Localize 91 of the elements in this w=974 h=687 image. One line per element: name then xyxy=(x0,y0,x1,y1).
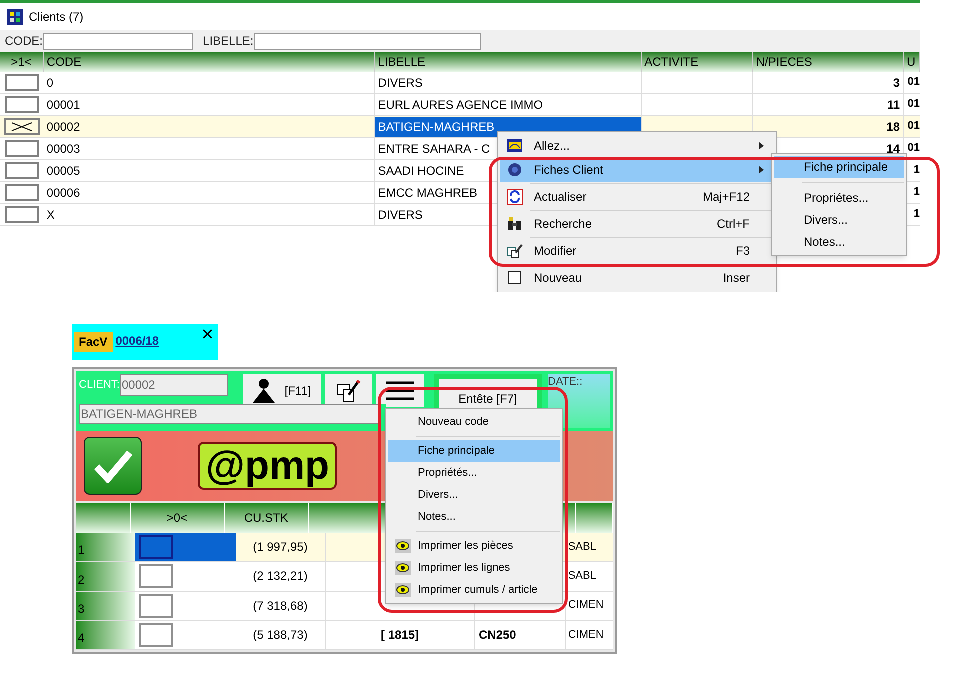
table-cell-text: (1 997,95) xyxy=(253,539,308,556)
table-cell-text: (5 188,73) xyxy=(253,626,308,644)
menu-item[interactable]: Propriétés... xyxy=(388,462,560,484)
row-marker-icon xyxy=(4,118,40,135)
shortcut-label: Inser xyxy=(723,270,751,287)
row-header[interactable]: 1 xyxy=(76,533,135,562)
table-cell-text: 1 xyxy=(914,185,920,200)
app-logo: @pmp xyxy=(198,442,338,490)
table-cell-text: (2 132,21) xyxy=(253,568,308,586)
person-icon xyxy=(252,378,275,404)
table-cell-text: 01 xyxy=(908,97,920,112)
table-row[interactable]: 00001 EURL AURES AGENCE IMMO 11 01 xyxy=(0,94,920,116)
filter-field[interactable] xyxy=(43,32,194,50)
close-button[interactable]: ✕ xyxy=(201,328,214,344)
shortcut-label: Maj+F12 xyxy=(702,189,751,206)
eye-icon xyxy=(395,539,411,553)
table-row[interactable]: 4 (5 188,73) [ 1815] CN250 CIMEN xyxy=(76,620,613,650)
table-cell-text: EMCC MAGHREB xyxy=(377,184,479,202)
eye-icon xyxy=(395,561,411,575)
menu-item[interactable]: Divers... xyxy=(388,484,560,506)
client-name-field[interactable]: BATIGEN-MAGHREB xyxy=(79,404,379,424)
column-header[interactable] xyxy=(576,503,613,534)
column-header[interactable]: >0< xyxy=(130,503,225,534)
edit-button[interactable] xyxy=(325,374,372,407)
blank-page-icon xyxy=(508,271,522,285)
table-cell-text: 3 xyxy=(893,74,900,92)
checkmark-icon xyxy=(93,449,133,484)
document-type-badge: FacV xyxy=(74,332,113,352)
table-row[interactable]: 0 DIVERS 3 01 xyxy=(0,72,920,94)
row-header[interactable]: 2 xyxy=(76,562,135,591)
table-cell: 0 xyxy=(44,72,376,93)
table-cell-text: SAADI HOCINE xyxy=(377,162,466,180)
refresh-icon xyxy=(507,189,523,205)
menu-item[interactable]: Modifier F3 xyxy=(500,239,774,263)
menu-item[interactable]: Fiches Client xyxy=(500,158,774,182)
eye-icon xyxy=(395,583,411,597)
table-cell-text: CN250 xyxy=(478,626,516,644)
filter-field[interactable] xyxy=(254,32,481,50)
window-icon xyxy=(507,139,523,153)
table-cell-text: 1 xyxy=(914,207,920,222)
edit-icon xyxy=(336,378,362,404)
document-tab[interactable]: FacV 0006/18 ✕ xyxy=(72,324,218,360)
table-cell: 00005 xyxy=(44,160,376,181)
menu-item[interactable]: Notes... xyxy=(774,231,904,253)
column-header[interactable] xyxy=(76,503,131,534)
table-cell-text: SABL xyxy=(568,569,596,584)
edit-icon xyxy=(507,243,523,259)
filter-label: LIBELLE: xyxy=(203,33,254,50)
table-row[interactable]: 00002 BATIGEN-MAGHREB 18 01 xyxy=(0,116,920,138)
app-icon xyxy=(7,8,23,24)
table-cell-text: DIVERS xyxy=(377,74,424,92)
client-code-field[interactable]: 00002 xyxy=(120,374,228,396)
table-cell-text: EURL AURES AGENCE IMMO xyxy=(377,96,544,114)
table-cell-text: 01 xyxy=(908,141,920,156)
column-header[interactable]: CU.STK xyxy=(224,503,309,534)
table-cell-text: SABL xyxy=(568,540,596,555)
table-cell-text: 01 xyxy=(908,119,920,134)
validate-button[interactable] xyxy=(84,437,142,496)
menu-item[interactable]: Notes... xyxy=(388,506,560,528)
table-cell-text: DIVERS xyxy=(377,206,424,224)
window-title: Clients (7) xyxy=(29,8,84,26)
menu-icon xyxy=(386,380,414,400)
table-cell-text: 14 xyxy=(886,140,900,158)
submenu-arrow-icon xyxy=(759,166,764,174)
row-header[interactable]: 3 xyxy=(76,592,135,620)
table-cell-text: CIMEN xyxy=(568,598,604,614)
document-link[interactable]: 0006/18 xyxy=(116,332,160,350)
table-cell: X xyxy=(44,204,376,225)
table-cell-text: ENTRE SAHARA - C xyxy=(377,140,492,158)
submenu-arrow-icon xyxy=(759,142,764,150)
row-header[interactable]: 4 xyxy=(76,620,135,650)
table-cell: 00006 xyxy=(44,182,376,203)
shortcut-label: F3 xyxy=(736,243,751,260)
disc-icon xyxy=(508,163,522,177)
menu-item[interactable]: Nouveau Inser xyxy=(500,266,774,290)
menu-item[interactable]: Fiche principale xyxy=(388,440,560,462)
client-button[interactable]: [F11] xyxy=(243,374,321,407)
client-label: CLIENT: xyxy=(79,378,120,393)
table-cell-text: 11 xyxy=(887,96,900,114)
table-cell: 00003 xyxy=(44,138,376,159)
row-selector[interactable] xyxy=(134,533,236,562)
binoculars-icon xyxy=(507,217,523,231)
table-cell-text: (7 318,68) xyxy=(253,598,308,615)
table-cell-text: CIMEN xyxy=(568,628,604,643)
table-cell-text: [ 1815] xyxy=(381,626,420,644)
table-cell-text: 18 xyxy=(886,118,900,136)
menu-item[interactable]: Imprimer les pièces xyxy=(388,535,560,557)
filter-label: CODE: xyxy=(5,33,44,50)
table-cell-text: 1 xyxy=(914,163,920,178)
table-cell: 00001 xyxy=(44,94,376,115)
table-cell-text: 01 xyxy=(908,75,920,90)
